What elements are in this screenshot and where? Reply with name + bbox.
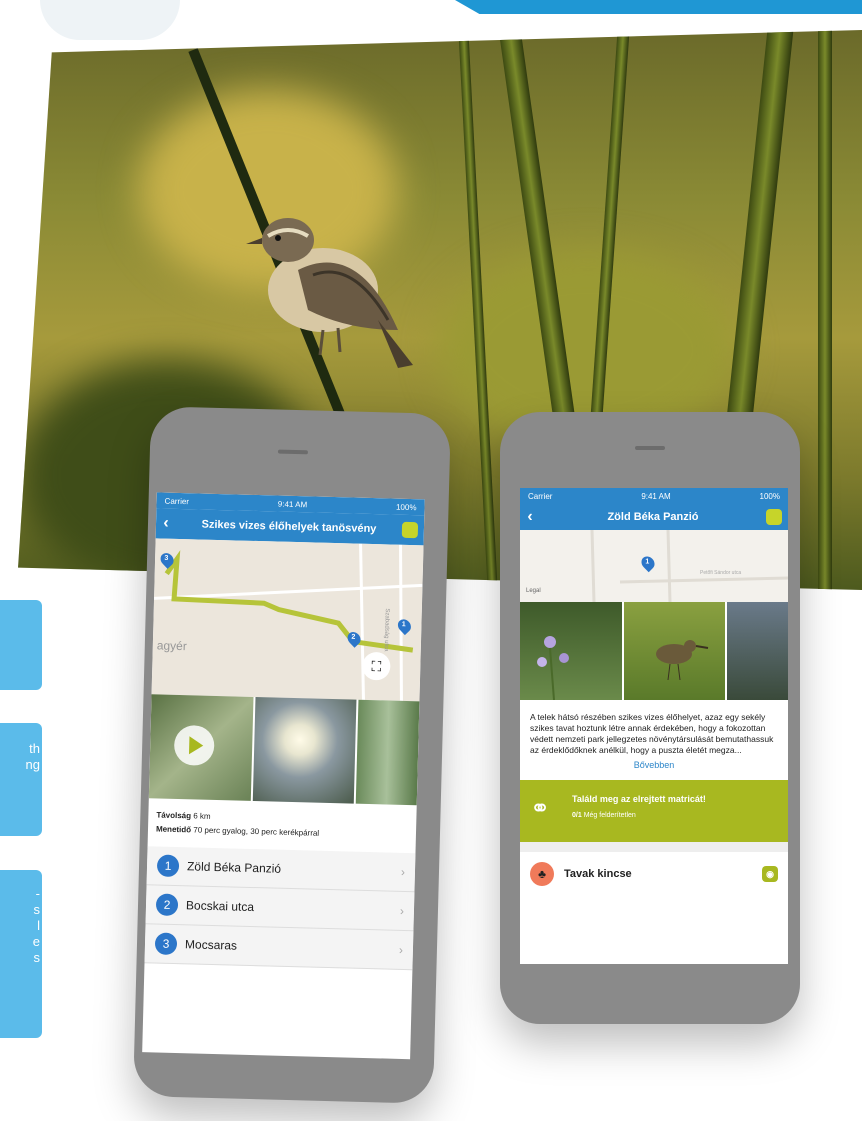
clock: 9:41 AM (277, 499, 308, 509)
duration-label: Menetidő (155, 824, 192, 835)
play-icon (188, 736, 204, 755)
clover-icon: ♣ (530, 862, 554, 886)
route-info: Távolság 6 km Menetidő 70 perc gyalog, 3… (148, 798, 417, 853)
treasure-label: Tavak kincse (564, 868, 632, 880)
photo-thumbnail[interactable] (727, 602, 788, 700)
info-card-2: th ng (0, 723, 42, 836)
battery-label: 100% (759, 491, 780, 501)
camera-icon[interactable]: ◉ (762, 866, 778, 882)
map-street-label: Szabadság utca (382, 608, 390, 652)
nav-bar: ‹ Zöld Béka Panzió (520, 504, 788, 530)
bird-illustration (246, 218, 413, 368)
photo-thumbnail[interactable] (520, 602, 622, 701)
stop-list: 1 Zöld Béka Panzió › 2 Bocskai utca › 3 … (144, 846, 416, 971)
info-card-line: e (32, 934, 40, 949)
stop-number: 2 (155, 893, 179, 917)
carrier-label: Carrier (528, 491, 553, 501)
binoculars-icon: ⚭ (530, 795, 551, 822)
stop-number: 1 (156, 854, 180, 878)
description-text: A telek hátsó részében szikes vizes élőh… (530, 712, 774, 755)
video-thumbnail[interactable] (148, 694, 254, 801)
map-place-label: agyér (156, 638, 188, 654)
photo-thumbnail[interactable] (623, 602, 726, 700)
phone-right: Carrier 9:41 AM 100% ‹ Zöld Béka Panzió … (500, 412, 800, 1024)
map-legal-label: Legal (526, 588, 541, 594)
list-item[interactable]: 3 Mocsaras › (144, 924, 414, 971)
info-card-line: th (29, 741, 40, 756)
location-map[interactable]: 1 Legal Petőfi Sándor utca (520, 530, 788, 602)
status-bar: Carrier 9:41 AM 100% (520, 488, 788, 504)
divider (520, 842, 788, 852)
phone-left: Carrier 9:41 AM 100% ‹ Szikes vizes élőh… (133, 406, 451, 1104)
flower-illustration (537, 636, 569, 701)
photo-strip (520, 602, 788, 701)
challenge-title: Találd meg az elrejtett matricát! (572, 794, 706, 804)
distance-value: 6 km (193, 811, 211, 821)
qr-code-icon[interactable] (766, 509, 782, 525)
stop-name: Mocsaras (184, 937, 238, 953)
info-card-line: - (35, 886, 40, 901)
stop-name: Zöld Béka Panzió (186, 859, 282, 876)
info-card-line: s (33, 902, 41, 917)
challenge-progress: 0/1 Még felderítetlen (572, 812, 636, 819)
decorative-cloud (40, 0, 180, 40)
challenge-status: Még felderítetlen (583, 812, 636, 819)
info-card-1 (0, 600, 42, 690)
phone-speaker (277, 449, 308, 455)
chevron-right-icon: › (400, 864, 406, 879)
top-accent-bar (455, 0, 862, 14)
bird-illustration (655, 640, 708, 681)
phone-right-screen: Carrier 9:41 AM 100% ‹ Zöld Béka Panzió … (520, 488, 788, 964)
back-chevron-icon[interactable]: ‹ (520, 508, 540, 526)
stop-number: 3 (154, 932, 178, 956)
battery-label: 100% (395, 502, 417, 512)
photo-thumbnail[interactable] (355, 699, 420, 806)
play-button[interactable] (173, 724, 215, 766)
challenge-banner[interactable]: ⚭ Találd meg az elrejtett matricát! 0/1 … (520, 780, 788, 842)
carrier-label: Carrier (164, 496, 190, 506)
media-strip (148, 694, 420, 806)
distance-label: Távolság (156, 810, 192, 821)
clock: 9:41 AM (641, 491, 671, 501)
info-card-line: l (37, 918, 40, 933)
challenge-count: 0/1 (572, 812, 582, 819)
info-card-line: ng (25, 757, 40, 772)
phone-speaker (635, 446, 665, 450)
chevron-right-icon: › (399, 903, 405, 918)
info-card-line: s (33, 950, 41, 965)
photo-thumbnail[interactable] (252, 697, 357, 804)
treasure-row[interactable]: ♣ Tavak kincse ◉ (520, 852, 788, 896)
screen-title: Szikes vizes élőhelyek tanösvény (201, 518, 377, 536)
qr-code-icon[interactable] (401, 521, 419, 539)
screen-title: Zöld Béka Panzió (607, 511, 699, 523)
stop-name: Bocskai utca (185, 898, 255, 915)
route-map[interactable]: 3 2 1 agyér Szabadság utca ⛶ (151, 538, 424, 702)
phone-left-screen: Carrier 9:41 AM 100% ‹ Szikes vizes élőh… (142, 492, 425, 1060)
back-chevron-icon[interactable]: ‹ (156, 514, 176, 533)
chevron-right-icon: › (398, 942, 404, 957)
duration-value: 70 perc gyalog, 30 perc kerékpárral (193, 825, 320, 838)
reed-stem (818, 30, 832, 590)
info-card-3: - s l e s (0, 870, 42, 1038)
read-more-link[interactable]: Bővebben (520, 760, 788, 780)
map-street-label: Petőfi Sándor utca (700, 570, 742, 576)
